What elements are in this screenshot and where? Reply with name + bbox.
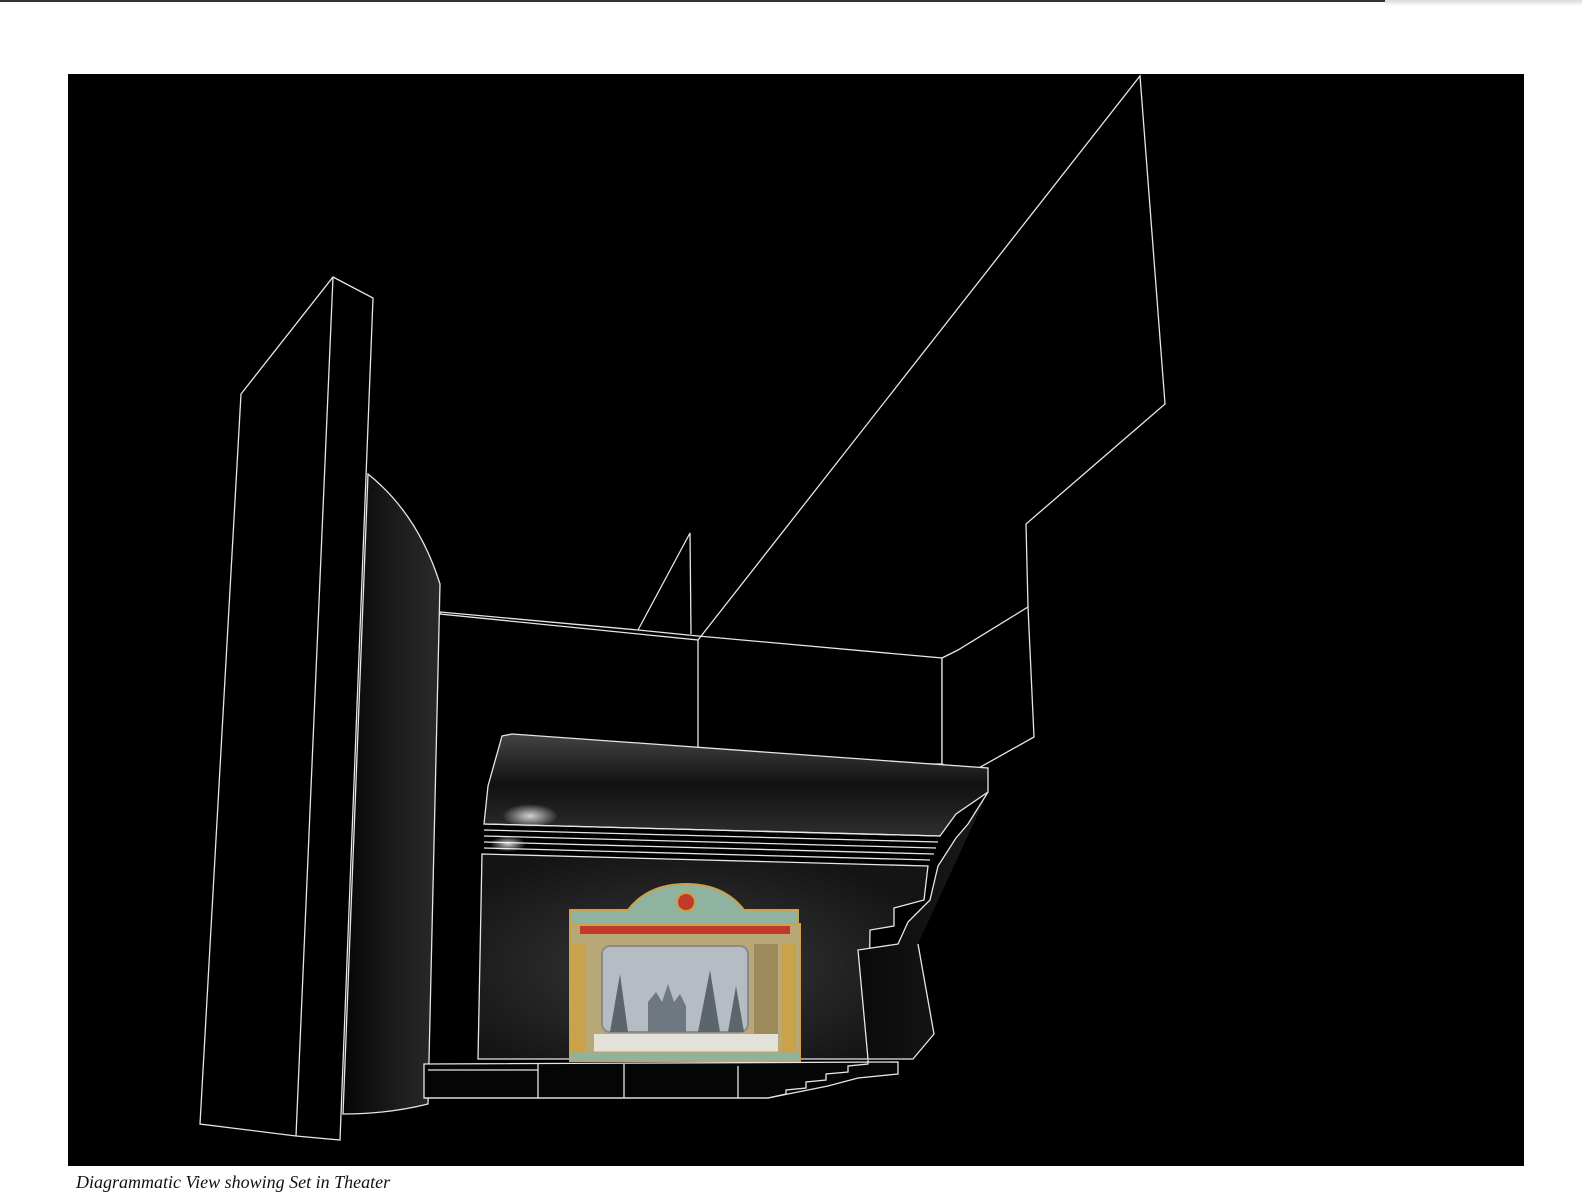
theater-wireframe-diagram	[199, 74, 1166, 1141]
crest-icon	[676, 892, 696, 912]
top-rule	[0, 0, 1582, 2]
left-column	[572, 944, 586, 1056]
stage-house-right-block	[941, 605, 1035, 775]
toy-theater-set	[569, 882, 801, 1062]
roof-spike	[637, 532, 692, 635]
theater-render-panel	[68, 74, 1524, 1166]
side-curtain	[754, 944, 778, 1044]
roof-slope	[697, 74, 1166, 641]
beam-glint	[502, 804, 558, 828]
set-base	[569, 1051, 801, 1062]
top-shadow	[1385, 0, 1582, 6]
stage-apron	[423, 1061, 899, 1099]
beam-glint-2	[490, 836, 526, 852]
orchestra-pit	[594, 1034, 778, 1052]
right-column	[782, 944, 796, 1056]
figure-caption: Diagrammatic View showing Set in Theater	[76, 1172, 391, 1192]
red-valance	[580, 926, 790, 934]
